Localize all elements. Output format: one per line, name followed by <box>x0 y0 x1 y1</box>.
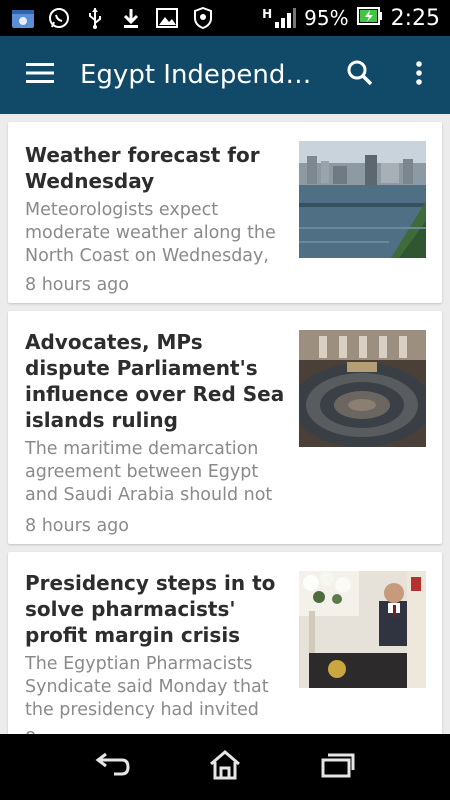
network-type: H <box>262 7 273 21</box>
usb-icon <box>82 6 108 30</box>
home-icon <box>208 750 242 784</box>
notification-icons <box>10 6 216 30</box>
article-title[interactable]: Presidency steps in to solve pharmacists… <box>25 570 285 648</box>
battery-charging-icon <box>356 6 383 31</box>
search-icon <box>347 60 373 90</box>
article-feed[interactable]: Weather forecast for Wednesday Meteorolo… <box>0 114 450 734</box>
more-vert-icon <box>416 61 422 89</box>
download-icon <box>118 6 144 30</box>
home-button[interactable] <box>195 742 255 792</box>
article-thumbnail[interactable] <box>299 141 426 258</box>
article-time: 8 hours ago <box>25 275 130 295</box>
article-title[interactable]: Advocates, MPs dispute Parliament's infl… <box>25 329 285 433</box>
city-river-photo <box>299 141 426 258</box>
article-card[interactable]: Presidency steps in to solve pharmacists… <box>8 552 442 734</box>
article-snippet: The Egyptian Pharmacists Syndicate said … <box>25 654 269 720</box>
speaker-podium-photo <box>299 571 426 688</box>
article-thumbnail[interactable] <box>299 571 426 688</box>
search-button[interactable] <box>335 36 385 114</box>
whatsapp-icon <box>46 6 72 30</box>
app-bar: Egypt Independe… <box>0 36 450 114</box>
navigation-bar <box>0 734 450 800</box>
hamburger-menu-button[interactable] <box>0 36 80 114</box>
system-status: H 95% 2:25 <box>262 6 440 31</box>
article-text: Presidency steps in to solve pharmacists… <box>25 570 285 734</box>
battery-percent: 95% <box>304 6 349 30</box>
hamburger-menu-icon <box>26 63 54 87</box>
article-time: 8 hours ago <box>25 516 130 536</box>
clock: 2:25 <box>390 5 440 31</box>
article-card[interactable]: Advocates, MPs dispute Parliament's infl… <box>8 311 442 544</box>
recent-apps-icon <box>321 752 355 782</box>
article-text: Weather forecast for Wednesday Meteorolo… <box>25 142 285 297</box>
recent-apps-button[interactable] <box>308 742 368 792</box>
more-options-button[interactable] <box>398 36 440 114</box>
article-card[interactable]: Weather forecast for Wednesday Meteorolo… <box>8 122 442 303</box>
status-bar: H 95% 2:25 <box>0 0 450 36</box>
article-text: Advocates, MPs dispute Parliament's infl… <box>25 329 285 538</box>
parliament-hall-photo <box>299 330 426 447</box>
app-title: Egypt Independe… <box>80 60 320 90</box>
image-icon <box>154 6 180 30</box>
back-button[interactable] <box>82 742 142 792</box>
article-snippet: Meteorologists expect moderate weather a… <box>25 200 276 266</box>
article-thumbnail[interactable] <box>299 330 426 447</box>
article-snippet: The maritime demarcation agreement betwe… <box>25 439 273 505</box>
hplus-signal-icon: H <box>262 7 297 29</box>
back-icon <box>94 752 130 782</box>
browser-icon <box>10 6 36 30</box>
shield-icon <box>190 6 216 30</box>
article-title[interactable]: Weather forecast for Wednesday <box>25 142 285 194</box>
